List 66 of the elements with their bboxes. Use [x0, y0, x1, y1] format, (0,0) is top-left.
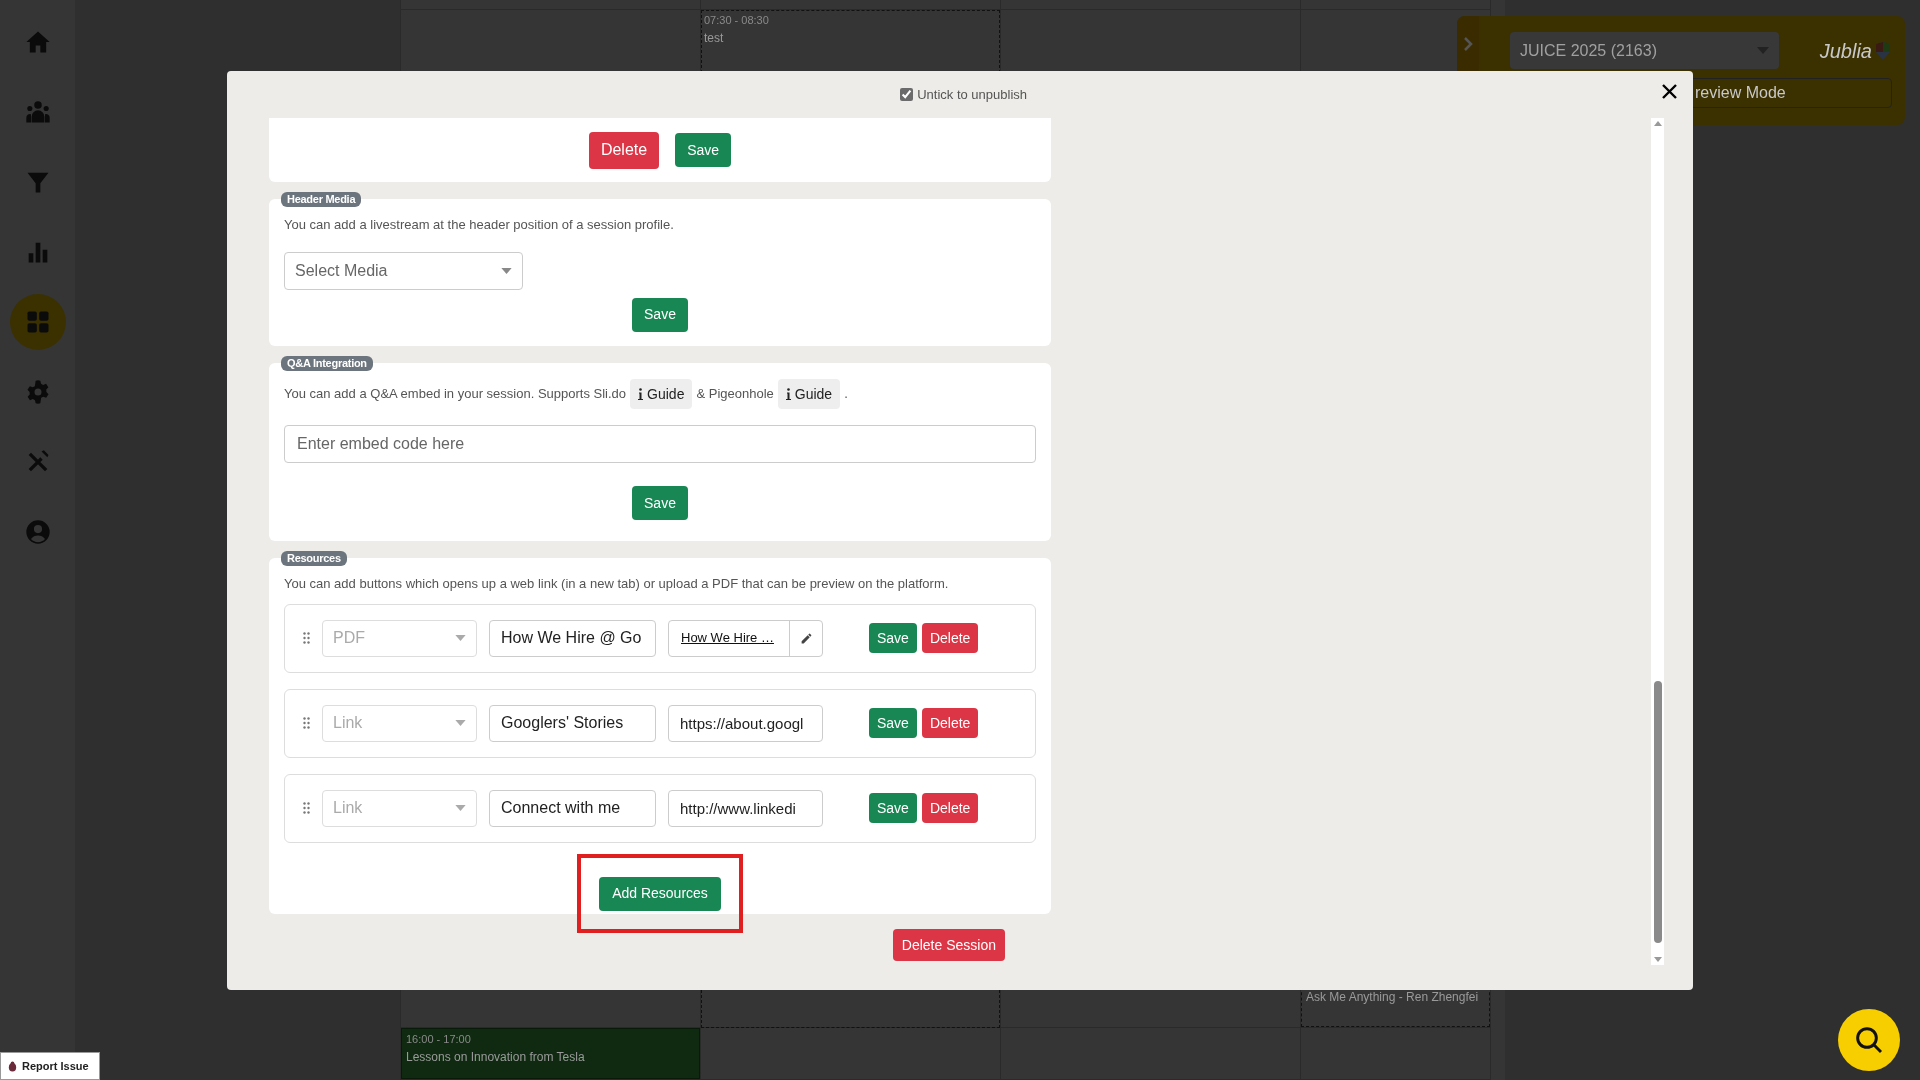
event-time: 07:30 - 08:30: [704, 13, 770, 28]
caret-icon: [501, 267, 512, 274]
embed-code-field[interactable]: Enter embed code here: [284, 425, 1036, 463]
url-field[interactable]: https://about.googl: [668, 704, 823, 742]
scroll-down-icon[interactable]: [1653, 957, 1662, 962]
event-title: Ask Me Anything - Ren Zhengfei: [1306, 989, 1479, 1006]
save-button[interactable]: Save: [869, 623, 917, 653]
delete-button[interactable]: Delete: [921, 708, 979, 738]
publish-checkbox[interactable]: [900, 88, 914, 101]
caret-icon: [455, 805, 466, 811]
title-field[interactable]: How We Hire @ Go: [489, 619, 656, 657]
section-description: You can add buttons which opens up a web link (in a new tab) or upload a PDF that can be preview on the platform.: [284, 575, 950, 593]
save-button[interactable]: Save: [632, 486, 688, 520]
brand-logo-text: Jublia: [1819, 38, 1872, 64]
section-description: You can add a livestream at the header position of a session profile.: [284, 216, 675, 234]
bug-icon: [7, 1060, 18, 1072]
delete-session-button[interactable]: Delete Session: [892, 929, 1005, 961]
guide-button[interactable]: Guide: [630, 379, 693, 409]
type-dropdown[interactable]: Link: [322, 704, 477, 742]
drag-handle-icon[interactable]: [303, 632, 310, 644]
file-link[interactable]: How We Hire …: [669, 628, 789, 648]
search-icon: [1853, 1024, 1885, 1056]
chevron-right-icon: [1463, 36, 1473, 52]
info-icon: [638, 388, 644, 400]
section-badge: Resources: [281, 551, 347, 566]
section-description: You can add a Q&A embed in your session. Supports Sli.do: [284, 385, 627, 404]
section-description: & Pigeonhole: [696, 385, 774, 404]
title-field[interactable]: Connect with me: [489, 789, 656, 827]
save-button[interactable]: Save: [632, 297, 688, 332]
users-icon: [23, 98, 52, 126]
publish-label: Untick to unpublish: [917, 85, 1027, 104]
delete-button[interactable]: Delete: [921, 623, 979, 653]
section-description: .: [844, 385, 848, 404]
section-badge: Header Media: [281, 192, 362, 207]
caret-icon: [455, 720, 466, 726]
scrollbar-thumb[interactable]: [1653, 680, 1662, 943]
drag-handle-icon[interactable]: [303, 717, 310, 729]
logo-icon: [1874, 40, 1892, 61]
report-issue-button[interactable]: Report Issue: [0, 1052, 100, 1080]
event-dropdown[interactable]: JUICE 2025 (2163): [1510, 32, 1779, 69]
guide-button[interactable]: Guide: [777, 379, 841, 409]
save-button[interactable]: Save: [869, 793, 917, 823]
media-dropdown[interactable]: Select Media: [284, 251, 523, 290]
file-field[interactable]: How We Hire …: [668, 619, 823, 657]
url-field[interactable]: http://www.linkedi: [668, 789, 823, 827]
section-badge: Q&A Integration: [281, 356, 373, 371]
edit-icon[interactable]: [799, 631, 813, 645]
event-time: 16:00 - 17:00: [406, 1032, 472, 1047]
account-icon: [23, 518, 52, 546]
type-dropdown[interactable]: PDF: [322, 619, 477, 657]
close-icon: [1661, 83, 1677, 99]
save-button[interactable]: Save: [675, 133, 732, 167]
save-button[interactable]: Save: [869, 708, 917, 738]
scrollbar[interactable]: [1651, 118, 1664, 965]
add-resources-button[interactable]: Add Resources: [599, 876, 721, 911]
drag-handle-icon[interactable]: [303, 802, 310, 814]
event-title: Lessons on Innovation from Tesla: [406, 1048, 586, 1066]
calendar-event[interactable]: 16:00 - 17:00 Lessons on Innovation from Tesla: [401, 1028, 700, 1079]
scroll-up-icon[interactable]: [1653, 121, 1662, 126]
info-icon: [785, 388, 791, 400]
delete-button[interactable]: Delete: [921, 793, 979, 823]
type-dropdown[interactable]: Link: [322, 789, 477, 827]
caret-icon: [455, 635, 466, 641]
title-field[interactable]: Googlers' Stories: [489, 704, 656, 742]
event-title: test: [704, 29, 725, 47]
delete-button[interactable]: Delete: [588, 131, 660, 169]
